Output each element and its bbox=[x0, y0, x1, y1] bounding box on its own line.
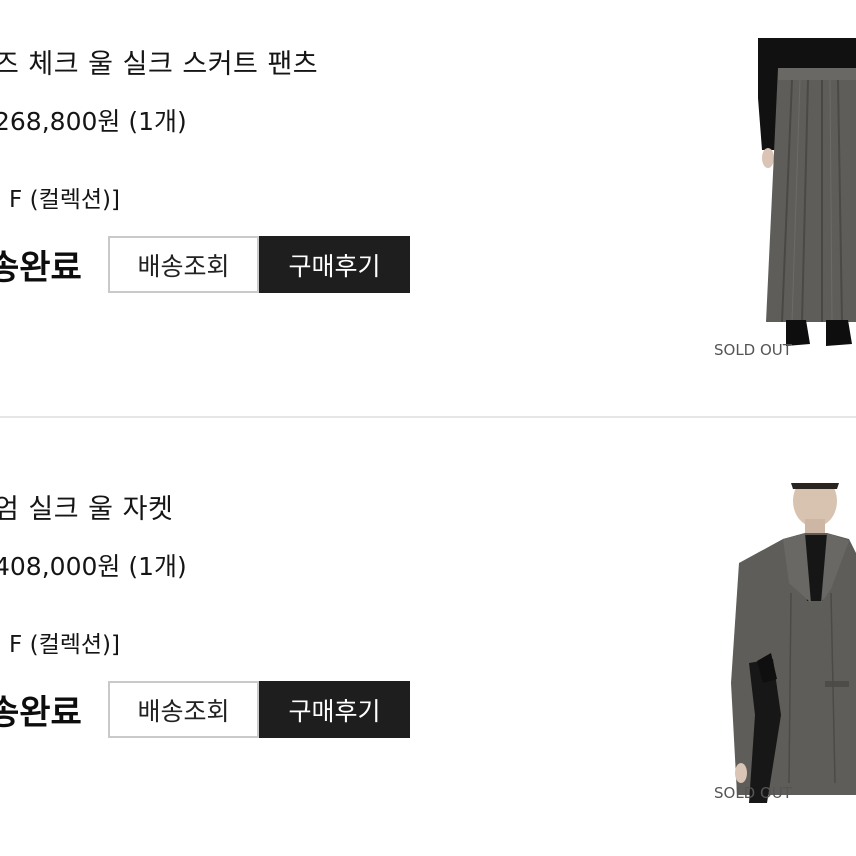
divider bbox=[0, 416, 856, 418]
product-name[interactable]: 엄 실크 울 자켓 bbox=[0, 487, 173, 526]
pants-photo bbox=[756, 38, 856, 358]
order-item: 즈 체크 울 실크 스커트 팬츠 268,800원 (1개) : F (컬렉션)… bbox=[0, 0, 856, 400]
sold-out-label: SOLD OUT bbox=[714, 341, 792, 359]
write-review-button[interactable]: 구매후기 bbox=[259, 236, 410, 293]
jacket-photo bbox=[727, 483, 856, 803]
order-status: 송완료 bbox=[0, 248, 82, 288]
track-delivery-button[interactable]: 배송조회 bbox=[108, 236, 259, 293]
order-history-page: 즈 체크 울 실크 스커트 팬츠 268,800원 (1개) : F (컬렉션)… bbox=[0, 0, 856, 856]
product-thumbnail[interactable] bbox=[727, 483, 856, 803]
product-price: 408,000원 (1개) bbox=[0, 552, 187, 581]
order-status: 송완료 bbox=[0, 693, 82, 733]
order-item: 엄 실크 울 자켓 408,000원 (1개) : F (컬렉션)] 송완료 배… bbox=[0, 445, 856, 845]
product-name[interactable]: 즈 체크 울 실크 스커트 팬츠 bbox=[0, 42, 318, 81]
sold-out-label: SOLD OUT bbox=[714, 784, 792, 802]
product-option: : F (컬렉션)] bbox=[0, 632, 121, 658]
product-thumbnail[interactable] bbox=[756, 38, 856, 358]
write-review-button[interactable]: 구매후기 bbox=[259, 681, 410, 738]
product-price: 268,800원 (1개) bbox=[0, 107, 187, 136]
product-option: : F (컬렉션)] bbox=[0, 187, 121, 213]
track-delivery-button[interactable]: 배송조회 bbox=[108, 681, 259, 738]
